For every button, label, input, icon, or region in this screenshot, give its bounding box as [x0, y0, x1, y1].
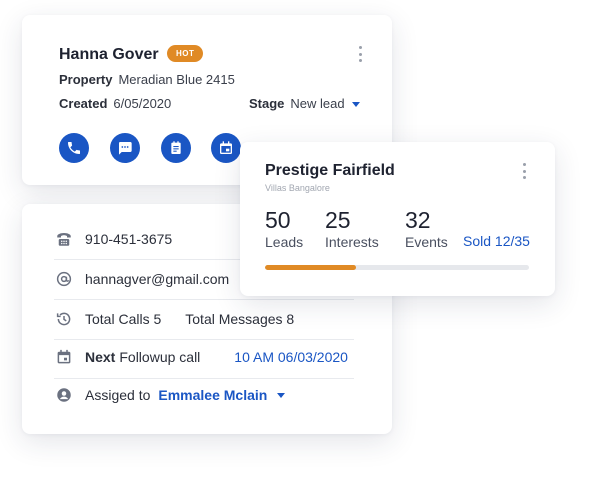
message-button[interactable]: [110, 133, 140, 163]
activity-row: Total Calls 5 Total Messages 8: [54, 300, 354, 338]
stage-label: Stage: [249, 96, 285, 111]
more-options-icon[interactable]: [354, 46, 366, 62]
project-title: Prestige Fairfield: [265, 162, 395, 179]
phone-icon: [68, 142, 80, 154]
stat-interests[interactable]: 25 Interests: [325, 206, 379, 250]
stat-value: 50: [265, 207, 291, 233]
stat-label: Leads: [265, 234, 304, 250]
user-icon: [54, 385, 74, 405]
stat-value: 32: [405, 207, 431, 233]
notes-icon: [171, 141, 181, 154]
chevron-down-icon[interactable]: [277, 392, 286, 398]
assigned-label: Assiged to: [85, 387, 151, 403]
stat-label: Events: [405, 234, 448, 250]
stat-events[interactable]: 32 Events: [405, 206, 448, 250]
property-row: Property Meradian Blue 2415: [59, 72, 235, 87]
calendar-icon: [54, 347, 74, 367]
followup-time: 10 AM 06/03/2020: [234, 349, 348, 365]
lead-name: Hanna Gover: [59, 46, 159, 63]
total-calls: Total Calls 5: [85, 311, 162, 327]
sold-progress-fill: [265, 265, 356, 270]
created-value: 6/05/2020: [113, 96, 172, 111]
phone-number: 910-451-3675: [85, 231, 173, 247]
total-messages: Total Messages 8: [185, 311, 295, 327]
call-button[interactable]: [59, 133, 89, 163]
followup-label: Followup call: [119, 349, 201, 365]
notes-button[interactable]: [161, 133, 191, 163]
assignee-dropdown[interactable]: Emmalee Mclain: [158, 387, 267, 403]
chevron-down-icon: [351, 102, 360, 108]
at-sign-icon: [54, 269, 74, 289]
property-value: Meradian Blue 2415: [118, 72, 235, 87]
chat-icon: [119, 142, 132, 155]
telephone-icon: [54, 229, 74, 249]
created-label: Created: [59, 96, 108, 111]
stat-value: 25: [325, 207, 351, 233]
sold-count: Sold 12/35: [463, 233, 530, 249]
hot-badge: HOT: [167, 45, 204, 62]
email-address: hannagver@gmail.com: [85, 271, 230, 287]
assignee-row[interactable]: Assiged to Emmalee Mclain: [54, 376, 354, 414]
project-summary-card: Prestige Fairfield Villas Bangalore 50 L…: [240, 142, 555, 296]
history-icon: [54, 309, 74, 329]
next-label: Next: [85, 349, 116, 365]
more-options-icon[interactable]: [518, 163, 530, 179]
calendar-icon: [220, 141, 232, 154]
schedule-button[interactable]: [211, 133, 241, 163]
project-subtitle: Villas Bangalore: [265, 183, 330, 193]
stat-leads[interactable]: 50 Leads: [265, 206, 303, 250]
sold-progress-bar: [265, 265, 529, 270]
followup-row[interactable]: Next Followup call 10 AM 06/03/2020: [54, 338, 354, 376]
property-label: Property: [59, 72, 113, 87]
created-row: Created 6/05/2020: [59, 96, 171, 111]
stage-value: New lead: [290, 96, 345, 111]
stage-dropdown[interactable]: Stage New lead: [249, 96, 360, 111]
stat-label: Interests: [325, 234, 379, 250]
